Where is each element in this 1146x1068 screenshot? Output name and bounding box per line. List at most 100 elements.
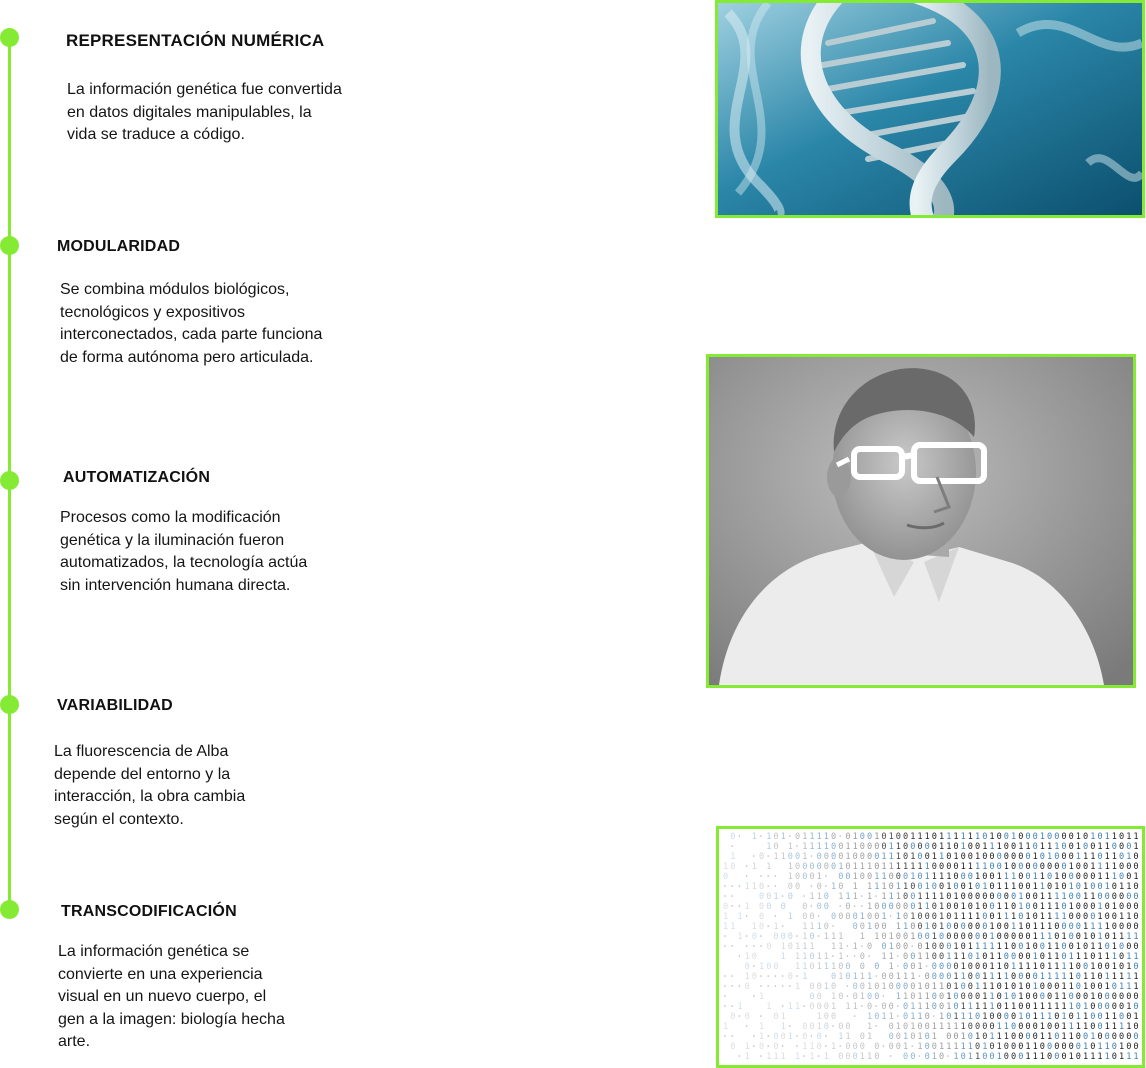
svg-text:0: 0 [1076,882,1081,892]
svg-text:1: 1 [860,992,865,1002]
svg-text:1: 1 [968,882,973,892]
svg-text:0: 0 [824,1022,829,1032]
svg-text:0: 0 [1025,852,1030,862]
svg-text:1: 1 [1097,1042,1102,1052]
svg-text:0: 0 [838,1052,843,1062]
svg-text:1: 1 [975,902,980,912]
svg-text:1: 1 [1061,972,1066,982]
svg-text:0: 0 [975,972,980,982]
svg-text:1: 1 [853,882,858,892]
svg-text:1: 1 [838,1032,843,1042]
svg-text:1: 1 [1133,1012,1138,1022]
svg-text:0: 0 [824,1012,829,1022]
svg-text:0: 0 [838,842,843,852]
svg-text:1: 1 [1025,1042,1030,1052]
svg-text:1: 1 [853,972,858,982]
svg-text:0: 0 [968,962,973,972]
svg-text:1: 1 [953,852,958,862]
svg-text:1: 1 [1133,842,1138,852]
svg-text:1: 1 [982,942,987,952]
body-line: arte. [58,1033,91,1050]
svg-text:0: 0 [910,952,915,962]
svg-text:0: 0 [896,982,901,992]
svg-text:0: 0 [1069,852,1074,862]
svg-text:1: 1 [1112,852,1117,862]
svg-text:0: 0 [1097,962,1102,972]
svg-text:0: 0 [1076,872,1081,882]
svg-text:0: 0 [997,1002,1002,1012]
svg-text:0: 0 [982,1052,987,1062]
svg-text:0: 0 [982,872,987,882]
svg-text:0: 0 [997,1012,1002,1022]
svg-text:0: 0 [867,912,872,922]
svg-text:1: 1 [939,912,944,922]
svg-text:1: 1 [1047,912,1052,922]
svg-text:1: 1 [867,1012,872,1022]
svg-text:1: 1 [1011,1002,1016,1012]
svg-text:0: 0 [968,952,973,962]
svg-text:0: 0 [1112,912,1117,922]
svg-text:1: 1 [802,942,807,952]
svg-text:0: 0 [946,912,951,922]
svg-text:1: 1 [889,942,894,952]
svg-text:0: 0 [953,842,958,852]
svg-text:1: 1 [1119,1042,1124,1052]
svg-text:0: 0 [874,912,879,922]
svg-text:0: 0 [1054,852,1059,862]
svg-text:1: 1 [1047,962,1052,972]
svg-text:1: 1 [1011,922,1016,932]
section-title-automatizacion: AUTOMATIZACIÓN [63,469,211,486]
svg-text:0: 0 [853,852,858,862]
svg-text:0: 0 [946,972,951,982]
svg-text:0: 0 [1047,1042,1052,1052]
svg-text:0: 0 [1040,962,1045,972]
svg-text:0: 0 [903,852,908,862]
svg-text:1: 1 [1105,852,1110,862]
svg-text:0: 0 [946,862,951,872]
svg-text:0: 0 [1076,912,1081,922]
svg-text:1: 1 [1040,922,1045,932]
svg-text:1: 1 [824,952,829,962]
svg-text:0: 0 [989,862,994,872]
svg-text:1: 1 [1083,1022,1088,1032]
svg-text:0: 0 [845,902,850,912]
svg-text:0: 0 [1061,902,1066,912]
svg-text:1: 1 [1033,952,1038,962]
svg-text:0: 0 [881,972,886,982]
svg-text:1: 1 [968,942,973,952]
svg-text:1: 1 [802,932,807,942]
svg-text:0: 0 [845,1052,850,1062]
svg-text:1: 1 [845,842,850,852]
svg-text:0: 0 [1011,862,1016,872]
svg-text:0: 0 [932,922,937,932]
svg-text:0: 0 [989,892,994,902]
svg-text:1: 1 [737,1002,742,1012]
svg-text:1: 1 [1047,932,1052,942]
svg-text:0: 0 [932,842,937,852]
svg-text:1: 1 [1004,982,1009,992]
svg-text:1: 1 [968,1002,973,1012]
svg-text:0: 0 [939,992,944,1002]
svg-text:1: 1 [989,1032,994,1042]
svg-text:0: 0 [961,932,966,942]
svg-text:0: 0 [939,952,944,962]
section-body-variabilidad: La fluorescencia de Alba depende del ent… [54,741,245,831]
svg-text:1: 1 [802,972,807,982]
svg-text:0: 0 [1004,932,1009,942]
svg-text:1: 1 [1083,1012,1088,1022]
svg-text:0: 0 [1083,962,1088,972]
svg-text:0: 0 [781,932,786,942]
svg-text:0: 0 [1011,972,1016,982]
svg-text:1: 1 [781,852,786,862]
svg-text:1: 1 [1061,992,1066,1002]
svg-text:0: 0 [1112,1052,1117,1062]
svg-text:1: 1 [968,832,973,842]
svg-text:0: 0 [1018,932,1023,942]
svg-text:0: 0 [1047,832,1052,842]
svg-text:1: 1 [1054,902,1059,912]
svg-text:1: 1 [932,982,937,992]
svg-text:0: 0 [838,912,843,922]
svg-text:0: 0 [997,852,1002,862]
svg-text:0: 0 [1004,962,1009,972]
svg-text:0: 0 [1112,1032,1117,1042]
